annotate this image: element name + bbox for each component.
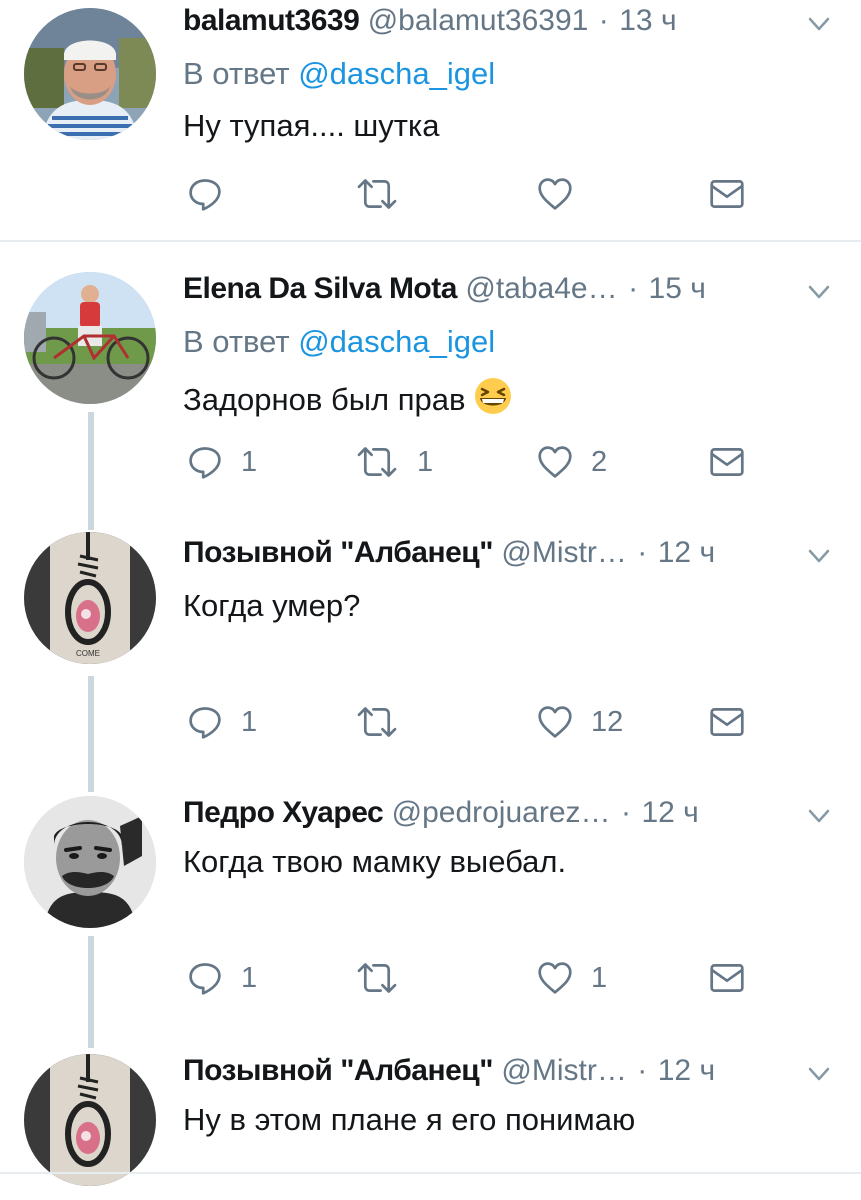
envelope-icon <box>709 444 745 480</box>
timestamp[interactable]: 12 ч <box>641 796 698 829</box>
bottom-divider <box>0 1172 861 1174</box>
heart-icon <box>537 704 573 740</box>
chevron-down-icon[interactable] <box>807 12 831 36</box>
tweet-item[interactable]: Позывной "Албанец" @Mistr… · 12 ч Ну в э… <box>0 1044 861 1200</box>
tweet-header: balamut3639 @balamut36391 · 13 ч <box>183 4 831 48</box>
dm-button[interactable] <box>709 442 745 482</box>
author-handle[interactable]: @balamut36391 <box>368 4 589 37</box>
tweet-actions <box>183 174 763 214</box>
retweet-icon <box>355 444 399 480</box>
avatar[interactable] <box>24 1054 156 1186</box>
author-name[interactable]: Педро Хуарес <box>183 796 384 829</box>
tweet-header: Позывной "Албанец" @Mistr… · 12 ч <box>183 1054 831 1098</box>
reply-count: 1 <box>241 961 258 994</box>
dm-button[interactable] <box>709 174 745 214</box>
chevron-down-icon[interactable] <box>807 544 831 568</box>
retweet-button[interactable] <box>355 702 417 742</box>
dm-button[interactable] <box>709 702 745 742</box>
timestamp[interactable]: 12 ч <box>658 536 715 569</box>
tweet-item[interactable]: COME Позывной "Албанец" @Mistr… · 12 ч К… <box>0 512 861 782</box>
grinning-squinting-face-icon <box>475 378 512 414</box>
tweet-header: Позывной "Албанец" @Mistr… · 12 ч <box>183 536 831 580</box>
like-count: 1 <box>591 961 608 994</box>
tweet-text: Задорнов был прав <box>183 376 513 418</box>
tweet-item[interactable]: Педро Хуарес @pedrojuarez… · 12 ч Когда … <box>0 782 861 1044</box>
envelope-icon <box>709 960 745 996</box>
like-button[interactable]: 12 <box>537 702 623 742</box>
tweet-text: Ну в этом плане я его понимаю <box>183 1102 636 1137</box>
reply-icon <box>187 176 223 212</box>
reply-context: В ответ @dascha_igel <box>183 56 495 92</box>
tweet-item[interactable]: balamut3639 @balamut36391 · 13 ч В ответ… <box>0 0 861 240</box>
timestamp[interactable]: 15 ч <box>649 272 706 305</box>
reply-count: 1 <box>241 445 258 478</box>
avatar[interactable] <box>24 8 156 140</box>
reply-button[interactable]: 1 <box>187 442 257 482</box>
like-button[interactable]: 2 <box>537 442 607 482</box>
reply-button[interactable]: 1 <box>187 958 257 998</box>
tweet-text: Когда умер? <box>183 588 361 623</box>
separator-dot: · <box>620 796 631 829</box>
tweet-actions: 1 12 <box>183 702 763 742</box>
retweet-icon <box>355 176 399 212</box>
tweet-actions: 1 1 2 <box>183 442 763 482</box>
like-count: 2 <box>591 445 608 478</box>
like-button[interactable]: 1 <box>537 958 607 998</box>
heart-icon <box>537 176 573 212</box>
tweet-text: Когда твою мамку выебал. <box>183 844 567 879</box>
author-name[interactable]: Позывной "Албанец" <box>183 1054 493 1087</box>
author-name[interactable]: Elena Da Silva Mota <box>183 272 457 305</box>
reply-button[interactable] <box>187 174 241 214</box>
like-count: 12 <box>591 705 624 738</box>
retweet-button[interactable] <box>355 958 417 998</box>
reply-button[interactable]: 1 <box>187 702 257 742</box>
envelope-icon <box>709 176 745 212</box>
tweet-header: Elena Da Silva Mota @taba4e… · 15 ч <box>183 272 831 316</box>
chevron-down-icon[interactable] <box>807 804 831 828</box>
chevron-down-icon[interactable] <box>807 1062 831 1086</box>
chevron-down-icon[interactable] <box>807 280 831 304</box>
heart-icon <box>537 960 573 996</box>
retweet-button[interactable]: 1 <box>355 442 433 482</box>
tweet-text-content: Задорнов был прав <box>183 382 466 417</box>
tweet-actions: 1 1 <box>183 958 763 998</box>
separator-dot: · <box>637 1054 648 1087</box>
tweet-header: Педро Хуарес @pedrojuarez… · 12 ч <box>183 796 831 840</box>
author-name[interactable]: Позывной "Албанец" <box>183 536 493 569</box>
retweet-icon <box>355 960 399 996</box>
heart-icon <box>537 444 573 480</box>
author-handle[interactable]: @Mistr… <box>501 1054 626 1087</box>
separator-dot: · <box>637 536 648 569</box>
reply-context: В ответ @dascha_igel <box>183 324 495 360</box>
retweet-count: 1 <box>417 445 434 478</box>
retweet-icon <box>355 704 399 740</box>
author-handle[interactable]: @Mistr… <box>501 536 626 569</box>
separator-dot: · <box>598 4 609 37</box>
dm-button[interactable] <box>709 958 745 998</box>
avatar[interactable] <box>24 272 156 404</box>
author-handle[interactable]: @pedrojuarez… <box>392 796 611 829</box>
avatar[interactable]: COME <box>24 532 156 664</box>
author-name[interactable]: balamut3639 <box>183 4 360 37</box>
reply-count: 1 <box>241 705 258 738</box>
separator-dot: · <box>628 272 639 305</box>
timestamp[interactable]: 12 ч <box>658 1054 715 1087</box>
envelope-icon <box>709 704 745 740</box>
retweet-button[interactable] <box>355 174 417 214</box>
tweet-text: Ну тупая.... шутка <box>183 108 440 143</box>
reply-prefix: В ответ <box>183 324 290 359</box>
avatar[interactable] <box>24 796 156 928</box>
timestamp[interactable]: 13 ч <box>619 4 676 37</box>
svg-text:COME: COME <box>76 649 100 658</box>
reply-icon <box>187 960 223 996</box>
author-handle[interactable]: @taba4e… <box>465 272 617 305</box>
reply-icon <box>187 704 223 740</box>
mention-link[interactable]: @dascha_igel <box>298 324 495 359</box>
reply-icon <box>187 444 223 480</box>
reply-prefix: В ответ <box>183 56 290 91</box>
mention-link[interactable]: @dascha_igel <box>298 56 495 91</box>
tweet-item[interactable]: Elena Da Silva Mota @taba4e… · 15 ч В от… <box>0 242 861 512</box>
like-button[interactable] <box>537 174 591 214</box>
